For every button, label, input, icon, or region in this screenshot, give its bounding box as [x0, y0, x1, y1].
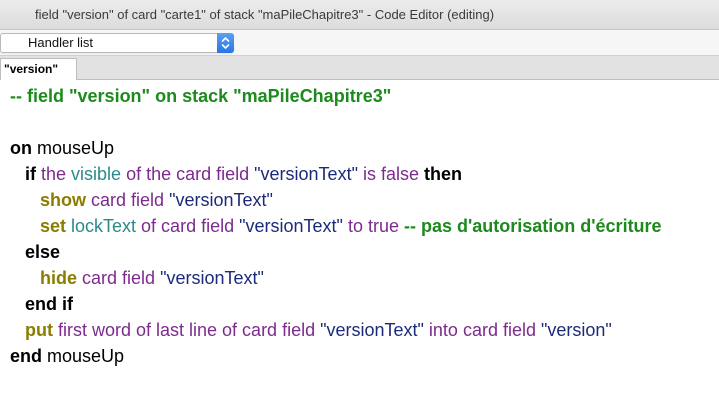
code-keyword: end: [10, 346, 43, 366]
code-property: lockText: [66, 216, 137, 236]
code-token: of the card field: [121, 164, 250, 184]
code-token: first word of last line of card field: [52, 320, 316, 340]
code-keyword: end if: [25, 294, 73, 314]
code-token: card field: [77, 268, 156, 288]
code-token: into card field: [423, 320, 536, 340]
code-line-8: hide card field "versionText": [40, 266, 264, 290]
code-command: put: [25, 320, 53, 340]
code-line-5: show card field "versionText": [40, 188, 273, 212]
code-line-6: set lockText of card field "versionText"…: [40, 214, 662, 238]
code-token: to true: [342, 216, 399, 236]
code-command: set: [40, 216, 67, 236]
code-handler-name: mouseUp: [42, 346, 125, 366]
code-property: visible: [66, 164, 122, 184]
code-keyword: else: [25, 242, 61, 262]
handler-list-label: Handler list: [28, 35, 94, 50]
code-command: show: [40, 190, 87, 210]
handler-list-select[interactable]: Handler list: [0, 33, 234, 53]
code-command: hide: [40, 268, 78, 288]
code-string: "versionText": [164, 190, 273, 210]
code-line-10: put first word of last line of card fiel…: [25, 318, 612, 342]
code-line-4: if the visible of the card field "versio…: [25, 162, 462, 186]
code-line-1: -- field "version" on stack "maPileChapi…: [10, 84, 391, 108]
code-string: "versionText": [249, 164, 358, 184]
editor-tabbar: "version": [0, 56, 719, 80]
tab-version[interactable]: "version": [0, 58, 77, 80]
code-line-3: on mouseUp: [10, 136, 114, 160]
code-string: "versionText": [234, 216, 343, 236]
code-string: "versionText": [315, 320, 424, 340]
code-comment: -- field "version" on stack "maPileChapi…: [10, 86, 392, 106]
code-line-7: else: [25, 240, 60, 264]
code-editor[interactable]: -- field "version" on stack "maPileChapi…: [0, 80, 719, 408]
code-line-9: end if: [25, 292, 73, 316]
code-token: of card field: [136, 216, 235, 236]
code-keyword: on: [10, 138, 32, 158]
code-handler-name: mouseUp: [32, 138, 115, 158]
code-string: "versionText": [155, 268, 264, 288]
code-comment: -- pas d'autorisation d'écriture: [398, 216, 662, 236]
code-string: "version": [535, 320, 612, 340]
code-line-11: end mouseUp: [10, 344, 124, 368]
window-title: field "version" of card "carte1" of stac…: [0, 0, 719, 30]
select-stepper-icon[interactable]: [217, 33, 234, 53]
code-keyword: then: [419, 164, 462, 184]
code-token: is false: [357, 164, 419, 184]
code-keyword: if: [25, 164, 36, 184]
handler-toolbar: Handler list: [0, 30, 719, 56]
code-token: card field: [86, 190, 165, 210]
code-token: the: [36, 164, 67, 184]
